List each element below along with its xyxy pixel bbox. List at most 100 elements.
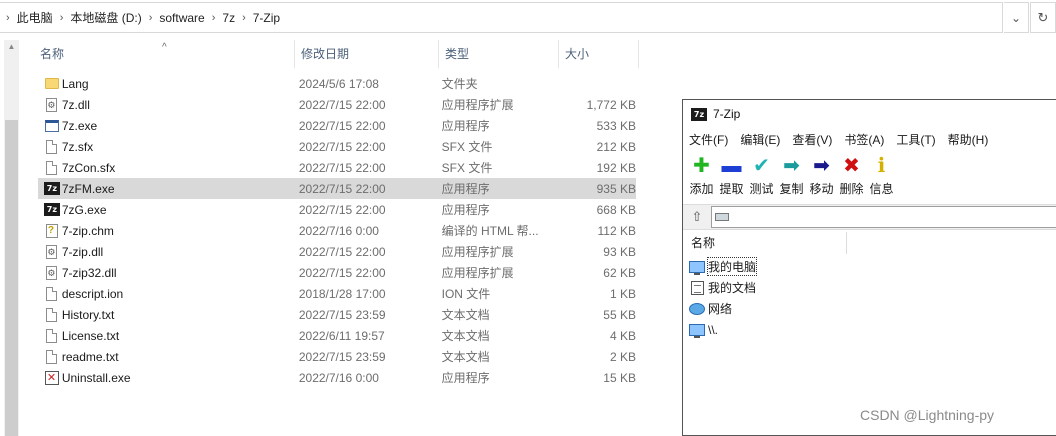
scroll-up-arrow-icon[interactable]: ▲ xyxy=(4,42,19,56)
file-type: 编译的 HTML 帮... xyxy=(441,224,539,238)
item-icon-slot xyxy=(688,323,706,338)
toolbar-label: 复制 xyxy=(779,182,804,196)
list-item[interactable]: \\. xyxy=(688,319,756,340)
list-item[interactable]: 我的电脑 xyxy=(688,256,758,277)
file-name: 7z.dll xyxy=(61,97,90,112)
help-icon xyxy=(45,223,58,238)
file-size: 935 KB xyxy=(596,181,636,196)
file-type: 应用程序扩展 xyxy=(441,98,514,112)
file-row[interactable]: 7-zip32.dll 2022/7/15 22:00 应用程序扩展 62 KB xyxy=(38,262,636,283)
file-date: 2022/7/15 22:00 xyxy=(298,265,386,280)
file-date: 2022/7/15 22:00 xyxy=(298,160,386,175)
file-size: 55 KB xyxy=(603,307,636,322)
file-icon-slot xyxy=(43,97,61,113)
file-row[interactable]: 7z 7zFM.exe 2022/7/15 22:00 应用程序 935 KB xyxy=(38,178,636,199)
computer-icon xyxy=(689,323,705,338)
breadcrumb[interactable]: › 此电脑 › 本地磁盘 (D:) › software › 7z › 7-Zi… xyxy=(0,2,1003,33)
network-icon xyxy=(689,302,705,315)
move-button[interactable]: ➡ 移动 xyxy=(806,154,837,202)
file-type: 文本文档 xyxy=(441,308,490,322)
column-header-size[interactable]: 大小 xyxy=(559,40,639,68)
menu-edit[interactable]: 编辑(E) xyxy=(740,131,780,148)
file-date: 2022/6/11 19:57 xyxy=(298,328,385,343)
breadcrumb-item-7-zip[interactable]: 7-Zip xyxy=(246,11,287,25)
column-header-date[interactable]: 修改日期 xyxy=(295,40,439,68)
file-row[interactable]: License.txt 2022/6/11 19:57 文本文档 4 KB xyxy=(38,325,636,346)
test-icon: ✔ xyxy=(753,155,770,177)
menu-bookmarks[interactable]: 书签(A) xyxy=(844,131,884,148)
file-row[interactable]: 7z.dll 2022/7/15 22:00 应用程序扩展 1,772 KB xyxy=(38,94,636,115)
7zip-window: 7z 7-Zip 文件(F) 编辑(E) 查看(V) 书签(A) 工具(T) 帮… xyxy=(682,99,1056,436)
file-date: 2022/7/16 0:00 xyxy=(298,370,379,385)
address-bar: › 此电脑 › 本地磁盘 (D:) › software › 7z › 7-Zi… xyxy=(0,0,1056,36)
delete-button[interactable]: ✖ 删除 xyxy=(836,154,867,202)
copy-icon: ➡ xyxy=(783,155,800,177)
file-row[interactable]: 7z.exe 2022/7/15 22:00 应用程序 533 KB xyxy=(38,115,636,136)
info-button[interactable]: ℹ 信息 xyxy=(866,154,897,202)
navigation-scrollbar[interactable]: ▲ xyxy=(4,40,19,436)
refresh-button[interactable]: ↻ xyxy=(1030,2,1056,33)
file-date: 2018/1/28 17:00 xyxy=(298,286,386,301)
menu-help[interactable]: 帮助(H) xyxy=(948,131,989,148)
breadcrumb-item-software[interactable]: software xyxy=(152,11,211,25)
column-header-name[interactable]: 名称 xyxy=(685,232,847,254)
file-row[interactable]: 7zCon.sfx 2022/7/15 22:00 SFX 文件 192 KB xyxy=(38,157,636,178)
menu-view[interactable]: 查看(V) xyxy=(792,131,832,148)
drive-icon xyxy=(715,213,729,221)
file-row[interactable]: Lang 2024/5/6 17:08 文件夹 xyxy=(38,73,636,94)
test-button[interactable]: ✔ 测试 xyxy=(746,154,777,202)
file-row[interactable]: 7z 7zG.exe 2022/7/15 22:00 应用程序 668 KB xyxy=(38,199,636,220)
extract-button[interactable]: ▬ 提取 xyxy=(716,154,747,202)
file-row[interactable]: 7z.sfx 2022/7/15 22:00 SFX 文件 212 KB xyxy=(38,136,636,157)
file-name: 7-zip.dll xyxy=(61,244,104,259)
file-name: 7zG.exe xyxy=(61,202,107,217)
column-header-type[interactable]: 类型 xyxy=(439,40,559,68)
add-button[interactable]: ✚ 添加 xyxy=(686,154,717,202)
file-type: 文本文档 xyxy=(441,329,490,343)
file-row[interactable]: Uninstall.exe 2022/7/16 0:00 应用程序 15 KB xyxy=(38,367,636,388)
menu-file[interactable]: 文件(F) xyxy=(689,131,728,148)
dll-icon xyxy=(46,265,58,280)
file-date: 2022/7/15 22:00 xyxy=(298,118,386,133)
file-list-header: ^ 名称 修改日期 类型 大小 xyxy=(34,40,639,68)
menu-tools[interactable]: 工具(T) xyxy=(896,131,935,148)
screen: › 此电脑 › 本地磁盘 (D:) › software › 7z › 7-Zi… xyxy=(0,0,1056,436)
7zip-app-icon: 7z xyxy=(43,182,60,195)
breadcrumb-item-7z[interactable]: 7z xyxy=(215,11,242,25)
7zip-title-bar[interactable]: 7z 7-Zip xyxy=(683,100,1056,128)
file-date: 2022/7/15 22:00 xyxy=(298,139,386,154)
list-item[interactable]: 网络 xyxy=(688,298,756,319)
up-folder-button[interactable]: ⇧ xyxy=(683,205,711,229)
column-header-name[interactable]: ^ 名称 xyxy=(34,40,295,68)
file-icon xyxy=(46,286,58,301)
item-icon-slot xyxy=(688,280,706,295)
file-row[interactable]: 7-zip.chm 2022/7/16 0:00 编译的 HTML 帮... 112 … xyxy=(38,220,636,241)
file-row[interactable]: 7-zip.dll 2022/7/15 22:00 应用程序扩展 93 KB xyxy=(38,241,636,262)
item-icon-slot xyxy=(688,260,706,275)
list-item[interactable]: 我的文档 xyxy=(688,277,756,298)
copy-button[interactable]: ➡ 复制 xyxy=(776,154,807,202)
file-name: Uninstall.exe xyxy=(61,370,131,385)
file-row[interactable]: readme.txt 2022/7/15 23:59 文本文档 2 KB xyxy=(38,346,636,367)
dll-icon xyxy=(46,244,58,259)
file-size: 192 KB xyxy=(596,160,636,175)
file-size: 2 KB xyxy=(609,349,636,364)
file-icon xyxy=(46,307,58,322)
file-date: 2022/7/15 23:59 xyxy=(298,349,386,364)
breadcrumb-item-this-pc[interactable]: 此电脑 xyxy=(10,9,60,26)
path-input[interactable] xyxy=(711,206,1056,228)
file-name: 7z.exe xyxy=(61,118,98,133)
file-icon xyxy=(46,349,58,364)
file-row[interactable]: History.txt 2022/7/15 23:59 文本文档 55 KB xyxy=(38,304,636,325)
file-type: ION 文件 xyxy=(441,287,491,301)
file-name: 7z.sfx xyxy=(61,139,94,154)
item-label: \\. xyxy=(708,322,719,337)
file-size: 533 KB xyxy=(596,118,636,133)
file-row[interactable]: descript.ion 2018/1/28 17:00 ION 文件 1 KB xyxy=(38,283,636,304)
breadcrumb-item-drive-d[interactable]: 本地磁盘 (D:) xyxy=(63,9,148,26)
file-icon-slot xyxy=(43,370,61,386)
file-icon-slot xyxy=(43,139,61,155)
address-history-dropdown[interactable]: ⌄ xyxy=(1004,2,1029,33)
file-icon-slot: 7z xyxy=(43,202,61,218)
scrollbar-thumb[interactable] xyxy=(5,120,18,436)
